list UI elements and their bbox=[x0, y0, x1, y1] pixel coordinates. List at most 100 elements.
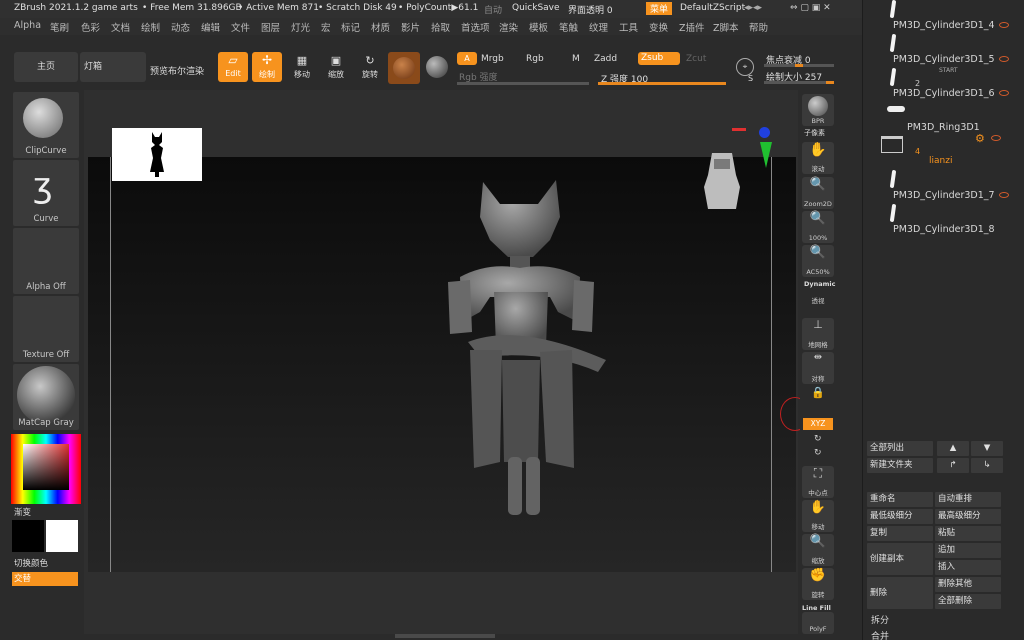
menu-tool[interactable]: 工具 bbox=[619, 20, 638, 34]
floor-button[interactable]: ⊥ 地网格 bbox=[802, 318, 834, 350]
folder-name-lianzi[interactable]: lianzi bbox=[929, 156, 952, 166]
move-view-button[interactable]: ✋ 移动 bbox=[802, 500, 834, 532]
menu-document[interactable]: 文档 bbox=[111, 20, 130, 34]
menu-zplugin[interactable]: Z插件 bbox=[679, 20, 705, 34]
menu-alpha[interactable]: Alpha bbox=[14, 20, 41, 31]
edit-button[interactable]: ▱ Edit bbox=[218, 52, 248, 82]
list-all-button[interactable]: 全部列出 bbox=[867, 441, 933, 456]
new-folder-button[interactable]: 新建文件夹 bbox=[867, 458, 933, 473]
frame-center-button[interactable]: ⛶ 中心点 bbox=[802, 466, 834, 498]
split-section[interactable]: 拆分 bbox=[871, 613, 889, 626]
menu-file[interactable]: 文件 bbox=[231, 20, 250, 34]
duplicate-button[interactable]: 复制 bbox=[867, 526, 933, 541]
rotate-button[interactable]: ↻ 旋转 bbox=[356, 52, 384, 82]
menu-texture[interactable]: 纹理 bbox=[589, 20, 608, 34]
move-down-button[interactable]: ▼ bbox=[971, 441, 1003, 456]
zcut-toggle[interactable]: Zcut bbox=[686, 54, 706, 64]
delete-button[interactable]: 删除 bbox=[867, 577, 933, 609]
rotate-view-button[interactable]: ✊ 旋转 bbox=[802, 568, 834, 600]
color-picker[interactable] bbox=[11, 434, 81, 504]
auto-reorder-button[interactable]: 自动重排 bbox=[935, 492, 1001, 507]
actual-size-button[interactable]: 🔍 100% bbox=[802, 211, 834, 243]
bottom-tray-handle[interactable] bbox=[395, 634, 495, 638]
visibility-eye-icon[interactable] bbox=[991, 135, 1001, 141]
highest-subdiv-button[interactable]: 最高级细分 bbox=[935, 509, 1001, 524]
visibility-eye-icon[interactable] bbox=[999, 192, 1009, 198]
arrow-up-right-icon[interactable]: ↱ bbox=[937, 458, 969, 473]
menu-brush[interactable]: 笔刷 bbox=[50, 20, 69, 34]
orientation-gizmo-figure[interactable] bbox=[700, 147, 744, 217]
merge-section[interactable]: 合并 bbox=[871, 629, 889, 640]
menu-edit[interactable]: 编辑 bbox=[201, 20, 220, 34]
xyz-button[interactable]: XYZ bbox=[803, 418, 833, 430]
scale-view-button[interactable]: 🔍 缩放 bbox=[802, 534, 834, 566]
gradient-label[interactable]: 渐变 bbox=[14, 506, 31, 518]
document-canvas[interactable] bbox=[88, 153, 796, 572]
line-fill-label[interactable]: Line Fill bbox=[802, 604, 831, 612]
menu-zscript[interactable]: Z脚本 bbox=[713, 20, 739, 34]
menu-light[interactable]: 灯光 bbox=[291, 20, 310, 34]
zsub-toggle[interactable]: Zsub bbox=[638, 52, 680, 65]
zadd-toggle[interactable]: Zadd bbox=[594, 54, 617, 64]
subtool-item-cylinder-6[interactable]: PM3D_Cylinder3D1_6 bbox=[893, 88, 995, 99]
menu-picker[interactable]: 拾取 bbox=[431, 20, 450, 34]
clipcurve-brush-button[interactable]: ClipCurve bbox=[13, 92, 79, 158]
arrow-down-right-icon[interactable]: ↳ bbox=[971, 458, 1003, 473]
gear-icon[interactable]: ⚙ bbox=[975, 132, 985, 145]
subtool-item-cylinder-5[interactable]: PM3D_Cylinder3D1_5 bbox=[893, 54, 995, 65]
interface-transparency[interactable]: 界面透明 0 bbox=[568, 3, 613, 16]
m-toggle[interactable]: M bbox=[572, 54, 580, 64]
character-sculpt[interactable] bbox=[428, 172, 618, 517]
dynamic-label[interactable]: Dynamic bbox=[804, 280, 836, 288]
mrgb-toggle[interactable]: Mrgb bbox=[481, 54, 504, 64]
script-name[interactable]: DefaultZScript bbox=[680, 3, 745, 13]
menu-draw[interactable]: 绘制 bbox=[141, 20, 160, 34]
subtool-item-ring[interactable]: PM3D_Ring3D1 bbox=[907, 122, 980, 133]
home-button[interactable]: 主页 bbox=[14, 52, 78, 82]
menu-color[interactable]: 色彩 bbox=[81, 20, 100, 34]
layout-arrows-icon[interactable]: ◂▸◂▸ bbox=[744, 3, 762, 13]
perspective-button[interactable]: 透视 bbox=[802, 288, 834, 306]
draw-button[interactable]: ✢ 绘制 bbox=[252, 52, 282, 82]
rename-button[interactable]: 重命名 bbox=[867, 492, 933, 507]
delete-all-button[interactable]: 全部删除 bbox=[935, 594, 1001, 609]
subtool-item-cylinder-8[interactable]: PM3D_Cylinder3D1_8 bbox=[893, 224, 995, 235]
alternate-button[interactable]: 交替 bbox=[12, 572, 78, 586]
navigation-thumbnail[interactable] bbox=[112, 128, 202, 181]
paste-button[interactable]: 粘贴 bbox=[935, 526, 1001, 541]
symmetry-button[interactable]: ⇹ 对称 bbox=[802, 352, 834, 384]
polyframe-button[interactable]: PolyF bbox=[802, 612, 834, 634]
window-controls-icon[interactable]: ⇔ ▢ ▣ ✕ bbox=[790, 3, 831, 13]
switch-color-button[interactable]: 切换颜色 bbox=[14, 557, 48, 569]
lowest-subdiv-button[interactable]: 最低级细分 bbox=[867, 509, 933, 524]
subtool-item-cylinder-7[interactable]: PM3D_Cylinder3D1_7 bbox=[893, 190, 995, 201]
menu-help[interactable]: 帮助 bbox=[749, 20, 768, 34]
half-size-button[interactable]: 🔍 AC50% bbox=[802, 245, 834, 277]
visibility-eye-icon[interactable] bbox=[999, 90, 1009, 96]
menu-stroke[interactable]: 笔触 bbox=[559, 20, 578, 34]
zoom2d-button[interactable]: 🔍 Zoom2D bbox=[802, 177, 834, 209]
menu-marker[interactable]: 标记 bbox=[341, 20, 360, 34]
brush-preview-button[interactable] bbox=[388, 52, 420, 84]
append-button[interactable]: 追加 bbox=[935, 543, 1001, 558]
material-button[interactable]: MatCap Gray bbox=[13, 364, 79, 430]
draw-size-slider[interactable] bbox=[764, 81, 834, 84]
rotate-z-icon[interactable]: ↻ bbox=[814, 448, 822, 458]
create-copy-button[interactable]: 创建副本 bbox=[867, 543, 933, 575]
menu-material[interactable]: 材质 bbox=[371, 20, 390, 34]
preview-boolean-button[interactable]: 预览布尔渲染 bbox=[150, 64, 204, 77]
lightbox-button[interactable]: 灯箱 bbox=[80, 52, 146, 82]
bpr-button[interactable]: BPR bbox=[802, 94, 834, 126]
visibility-eye-icon[interactable] bbox=[999, 56, 1009, 62]
quicksave-button[interactable]: QuickSave bbox=[512, 3, 560, 13]
alpha-button[interactable]: Alpha Off bbox=[13, 228, 79, 294]
rotate-y-icon[interactable]: ↻ bbox=[814, 434, 822, 444]
menu-transform[interactable]: 变换 bbox=[649, 20, 668, 34]
menu-layer[interactable]: 图层 bbox=[261, 20, 280, 34]
texture-button[interactable]: Texture Off bbox=[13, 296, 79, 362]
move-button[interactable]: ▦ 移动 bbox=[288, 52, 316, 82]
menu-macro[interactable]: 宏 bbox=[321, 20, 331, 34]
menu-movie[interactable]: 影片 bbox=[401, 20, 420, 34]
menu-stencil[interactable]: 模板 bbox=[529, 20, 548, 34]
menu-preferences[interactable]: 首选项 bbox=[461, 20, 490, 34]
